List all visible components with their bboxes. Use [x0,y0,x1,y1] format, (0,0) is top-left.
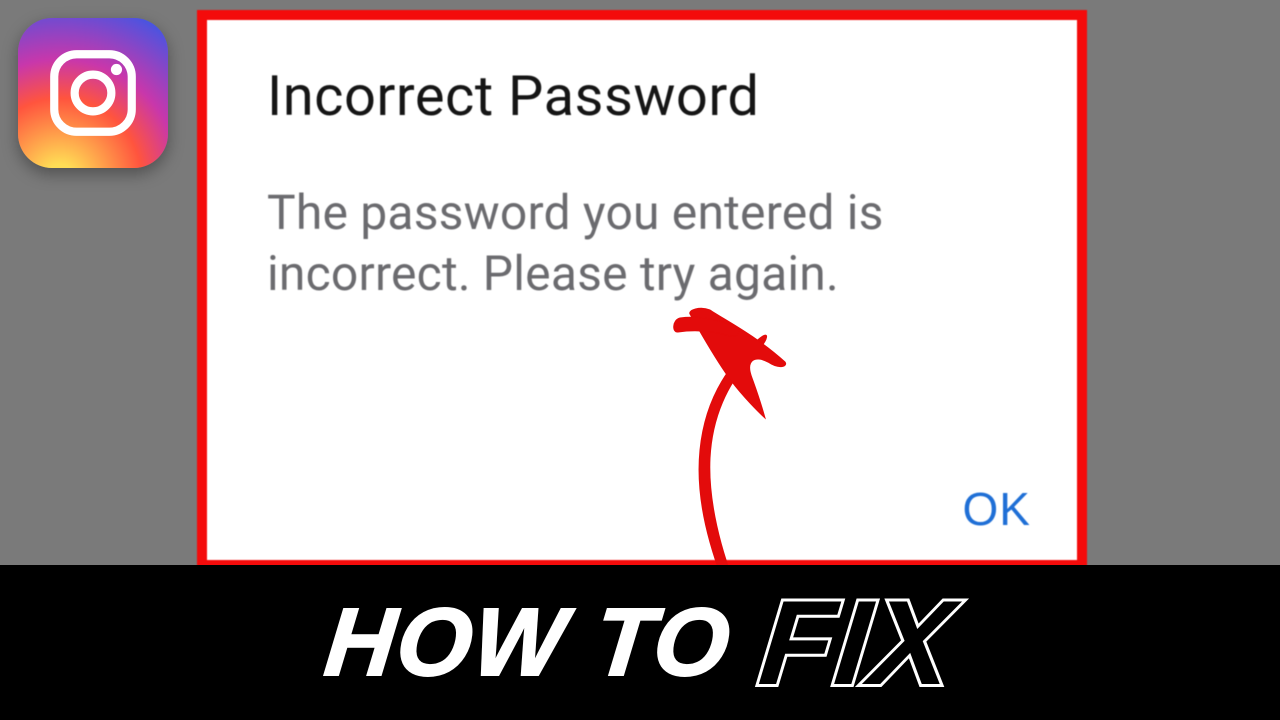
ok-button[interactable]: OK [963,482,1031,536]
banner-fix-text: FIX [754,574,961,712]
error-dialog: Incorrect Password The password you ente… [197,10,1087,570]
banner-howto-text: HOW TO [320,588,736,698]
title-banner: HOW TO FIX [0,565,1280,720]
instagram-app-icon [18,18,168,168]
dialog-title: Incorrect Password [267,66,1023,128]
instagram-glyph-icon [42,42,144,144]
dialog-body-text: The password you entered is incorrect. P… [267,182,1023,305]
